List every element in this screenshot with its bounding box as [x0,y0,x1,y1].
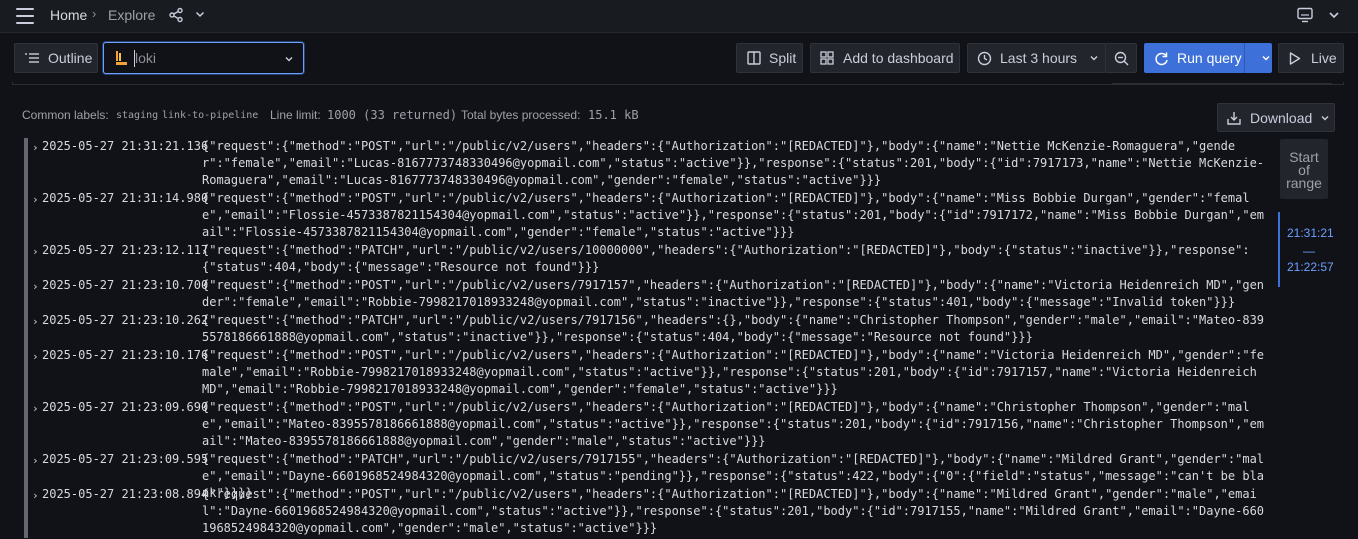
play-icon [1289,51,1301,65]
live-button[interactable]: Live [1278,43,1344,73]
log-row[interactable]: › 2025-05-27 21:31:14.980 {"request":{"m… [24,190,1272,242]
loki-logo-icon [116,51,127,65]
download-icon [1227,111,1241,125]
chevron-right-icon[interactable]: › [32,452,39,469]
bytes-processed-value: 15.1 kB [588,108,639,122]
log-line: {"request":{"method":"PATCH","url":"/pub… [202,313,1265,345]
log-timestamp: 2025-05-27 21:23:10.176 [42,348,209,362]
log-row[interactable]: › 2025-05-27 21:23:09.595 {"request":{"m… [24,451,1272,500]
log-line: {"request":{"method":"POST","url":"/publ… [202,400,1265,449]
add-to-dashboard-label: Add to dashboard [843,50,954,66]
menu-icon[interactable] [16,8,34,24]
start-of-range-label: range [1286,175,1322,191]
line-limit-label: Line limit: [270,108,321,122]
bytes-processed-label: Total bytes processed: [461,108,581,122]
chevron-right-icon[interactable]: › [32,278,39,295]
log-line: {"request":{"method":"POST","url":"/publ… [202,139,1265,188]
log-row[interactable]: › 2025-05-27 21:23:10.700 {"request":{"m… [24,277,1272,312]
refresh-icon [1155,52,1168,65]
common-label-chip: staging [116,110,159,121]
log-row[interactable]: › 2025-05-27 21:23:12.117 {"request":{"m… [24,242,1272,277]
log-row[interactable]: › 2025-05-27 21:23:09.690 {"request":{"m… [24,399,1272,451]
log-timestamp: 2025-05-27 21:31:14.980 [42,191,209,205]
split-label: Split [769,50,797,66]
log-line: {"request":{"method":"POST","url":"/publ… [202,487,1265,536]
breadcrumb-separator: › [92,6,97,21]
log-line: {"request":{"method":"POST","url":"/publ… [202,348,1265,397]
outline-label: Outline [48,50,93,66]
time-range-picker[interactable]: Last 3 hours [967,43,1106,73]
clock-icon [977,51,992,65]
datasource-picker[interactable]: loki [103,42,304,74]
range-from[interactable]: 21:31:21 [1287,226,1334,240]
chevron-down-icon [1090,56,1098,61]
log-timestamp: 2025-05-27 21:23:10.700 [42,278,209,292]
chevron-right-icon[interactable]: › [32,487,39,504]
chevron-right-icon[interactable]: › [32,243,39,260]
common-labels-label: Common labels: [22,108,109,122]
time-range-label: Last 3 hours [1000,50,1078,66]
dashboard-icon [820,51,834,65]
chevron-down-icon[interactable] [1261,53,1271,63]
outline-icon [25,53,39,63]
zoom-out-button[interactable] [1105,43,1137,73]
run-query-divider [1244,43,1245,73]
log-line: {"request":{"method":"PATCH","url":"/pub… [202,243,1250,275]
add-to-dashboard-button[interactable]: Add to dashboard [810,43,960,73]
chevron-down-icon [285,57,293,62]
range-dash: — [1303,244,1315,258]
run-query-label: Run query [1177,50,1242,66]
outline-button[interactable]: Outline [14,43,98,73]
log-timestamp: 2025-05-27 21:23:12.117 [42,243,209,257]
chevron-right-icon[interactable]: › [32,313,39,330]
top-navbar: Home › Explore [0,0,1358,33]
log-row[interactable]: › 2025-05-27 21:23:10.262 {"request":{"m… [24,312,1272,347]
download-label: Download [1250,109,1313,126]
chevron-right-icon[interactable]: › [32,139,39,156]
log-row[interactable]: › 2025-05-27 21:23:08.894 {"request":{"m… [24,486,1272,538]
chevron-right-icon[interactable]: › [32,400,39,417]
breadcrumb-home[interactable]: Home [50,7,87,23]
download-button[interactable]: Download [1217,103,1335,132]
split-button[interactable]: Split [736,43,803,73]
log-timestamp: 2025-05-27 21:31:21.136 [42,139,209,153]
log-timestamp: 2025-05-27 21:23:09.595 [42,452,209,466]
breadcrumb-explore: Explore [108,7,156,23]
share-icon[interactable] [168,7,184,23]
live-label: Live [1311,50,1337,66]
chevron-down-icon[interactable] [1328,9,1340,21]
log-row[interactable]: › 2025-05-27 21:31:21.136 {"request":{"m… [24,138,1272,190]
chevron-right-icon[interactable]: › [32,191,39,208]
log-row[interactable]: › 2025-05-27 21:23:10.176 {"request":{"m… [24,347,1272,399]
chevron-right-icon[interactable]: › [32,348,39,365]
datasource-value: loki [135,50,157,66]
run-query-button[interactable]: Run query [1144,43,1272,73]
monitor-icon[interactable] [1296,7,1314,23]
log-timestamp: 2025-05-27 21:23:10.262 [42,313,209,327]
range-indicator [1278,212,1280,287]
query-panel-edge-inner [1112,83,1332,85]
line-limit-value: 1000 (33 returned) [327,108,458,122]
log-timestamp: 2025-05-27 21:23:08.894 [42,487,209,501]
range-to[interactable]: 21:22:57 [1287,260,1334,274]
zoom-out-icon [1114,51,1128,65]
chevron-down-icon[interactable] [194,8,206,20]
chevron-down-icon [1321,115,1329,120]
log-line: {"request":{"method":"POST","url":"/publ… [202,278,1265,310]
log-timestamp: 2025-05-27 21:23:09.690 [42,400,209,414]
common-label-chip: link-to-pipeline [162,110,259,121]
split-icon [747,51,761,65]
log-line: {"request":{"method":"POST","url":"/publ… [202,191,1265,240]
start-of-range-button[interactable]: Start of range [1280,139,1328,199]
